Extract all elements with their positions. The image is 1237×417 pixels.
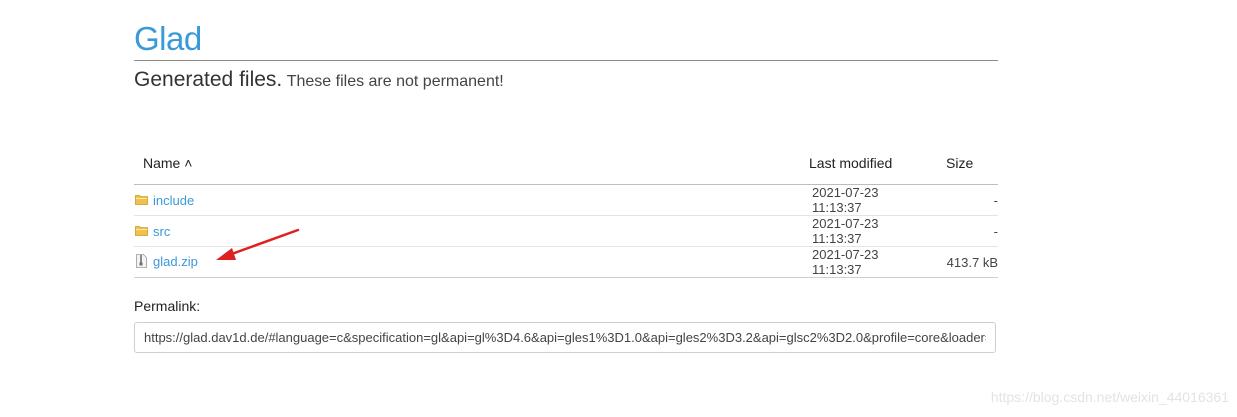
watermark: https://blog.csdn.net/weixin_44016361	[990, 389, 1229, 405]
page-title: Glad	[134, 20, 202, 57]
column-header-name[interactable]: Name ˄	[134, 141, 787, 185]
table-row: include 2021-07-23 11:13:37 -	[134, 184, 998, 216]
file-link-include[interactable]: include	[153, 193, 194, 208]
file-name-cell: include	[134, 184, 787, 216]
subtitle-main: Generated files.	[134, 68, 283, 91]
red-arrow-annotation	[216, 228, 300, 260]
permalink-label: Permalink:	[134, 298, 201, 314]
subtitle-note: These files are not permanent!	[286, 73, 504, 90]
modified-cell: 2021-07-23 11:13:37	[787, 184, 923, 216]
permalink-field[interactable]	[134, 322, 996, 353]
size-cell: -	[923, 215, 998, 247]
file-link-glad-zip[interactable]: glad.zip	[153, 255, 198, 270]
modified-cell: 2021-07-23 11:13:37	[787, 246, 923, 278]
folder-icon	[135, 224, 148, 239]
folder-icon	[135, 193, 148, 208]
size-cell: -	[923, 184, 998, 216]
size-cell: 413.7 kB	[923, 246, 998, 278]
title-divider	[134, 60, 998, 61]
page-subtitle: Generated files. These files are not per…	[134, 68, 504, 92]
column-header-size[interactable]: Size	[923, 141, 998, 185]
modified-cell: 2021-07-23 11:13:37	[787, 215, 923, 247]
column-header-last-modified[interactable]: Last modified	[787, 141, 923, 185]
file-link-src[interactable]: src	[153, 224, 170, 239]
zip-file-icon	[135, 253, 148, 271]
table-header-row: Name ˄ Last modified Size	[134, 141, 998, 185]
